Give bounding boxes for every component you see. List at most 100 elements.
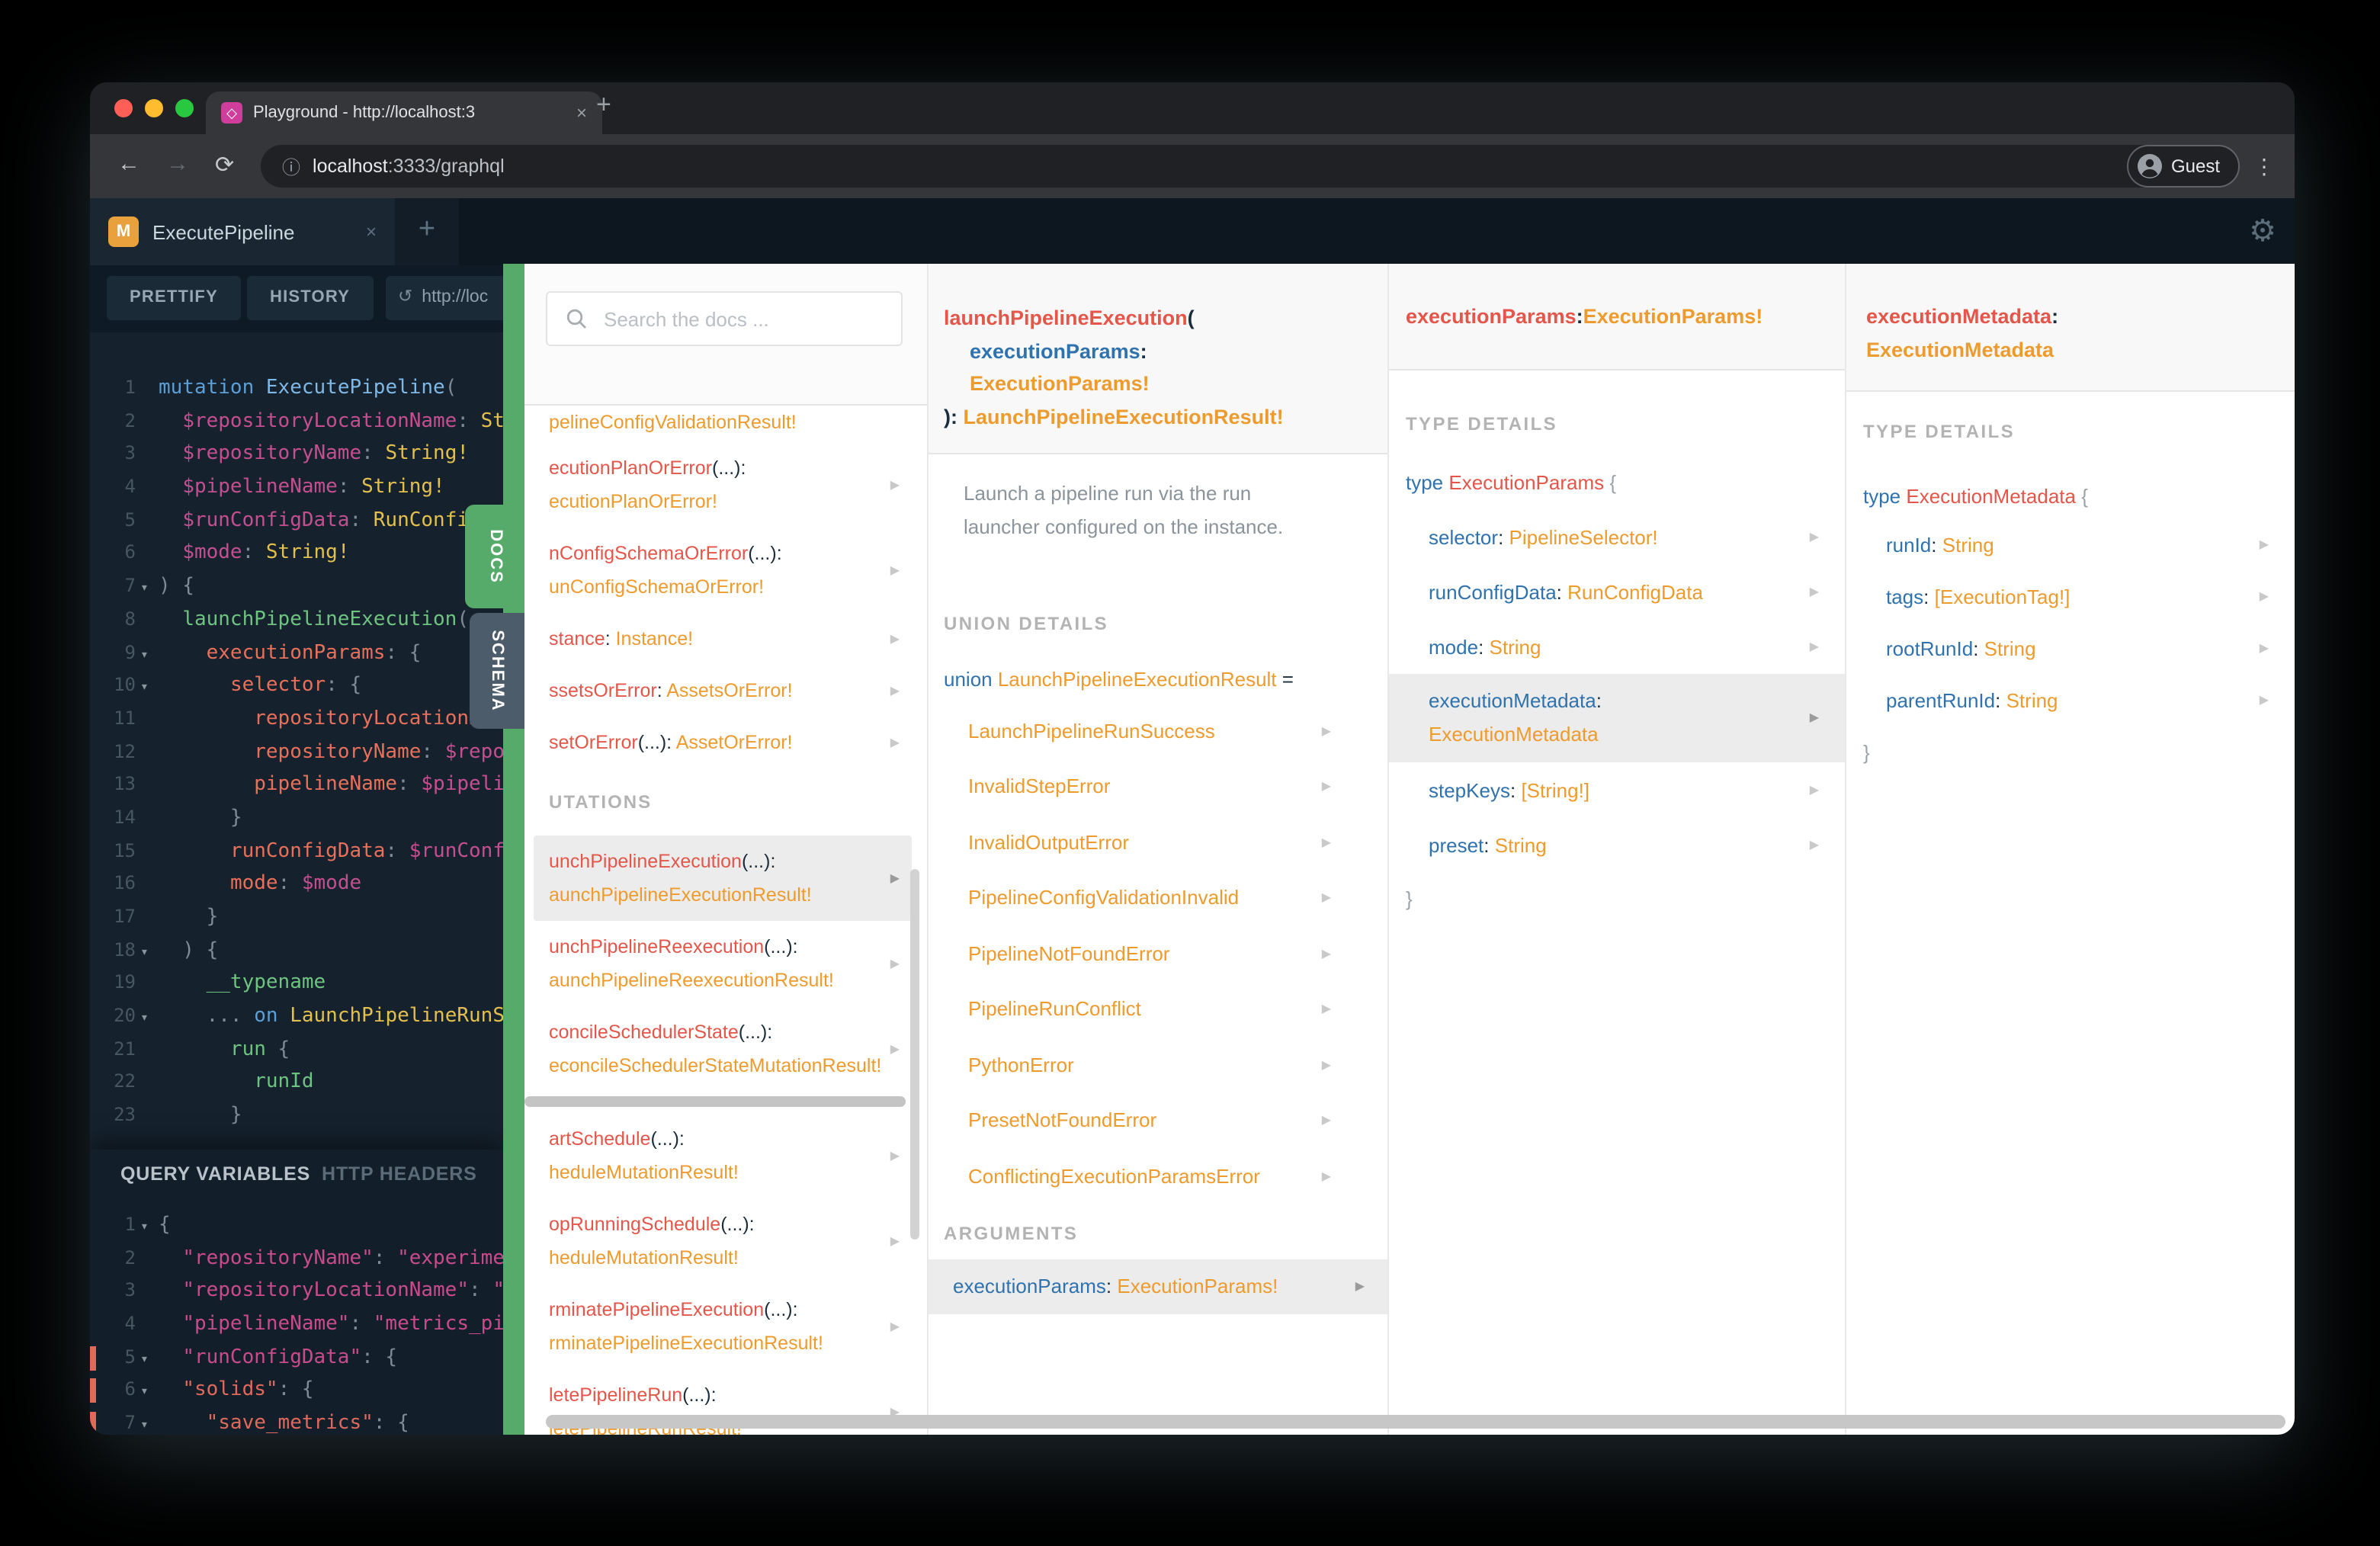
argument-row[interactable]: executionParams: ExecutionParams! ▶ xyxy=(929,1259,1389,1313)
type-fields: selector: PipelineSelector! ▶ runConfigDat… xyxy=(1389,509,1846,872)
code-token: repositoryLocationName xyxy=(254,707,503,730)
docs-list-item[interactable]: artSchedule(...): heduleMutationResult! ▶ xyxy=(524,1113,927,1198)
docs-list-item[interactable]: ssetsOrError: AssetsOrError! ▶ xyxy=(524,665,927,717)
horizontal-scrollbar[interactable] xyxy=(524,1092,927,1113)
docs-side-tab[interactable]: DOCS xyxy=(465,505,524,608)
type-field[interactable]: executionMetadata: ExecutionMetadata ▶ xyxy=(1389,674,1846,762)
code-token: String! xyxy=(480,409,503,433)
type-field[interactable]: mode: String ▶ xyxy=(1389,619,1846,674)
code-token: : { xyxy=(326,674,362,698)
error-marker-icon xyxy=(90,1412,96,1435)
type-field[interactable]: preset: String ▶ xyxy=(1389,817,1846,872)
type-field[interactable]: runConfigData: RunConfigData ▶ xyxy=(1389,564,1846,619)
code-text: repositoryLocationName: $repositoryLocat… xyxy=(159,707,503,730)
tab-http-headers[interactable]: HTTP HEADERS xyxy=(322,1163,477,1185)
variables-code[interactable]: 1▾{2 "repositoryName": "experiments_repo… xyxy=(90,1198,503,1435)
docs-list-item[interactable]: unchPipelineReexecution(...): aunchPipeli… xyxy=(524,921,927,1006)
code-token: : xyxy=(469,1279,493,1303)
site-info-icon[interactable]: ⓘ xyxy=(282,153,300,179)
settings-gear-icon[interactable]: ⚙ xyxy=(2249,212,2276,249)
query-editor[interactable]: 1 mutation ExecutePipeline(2 $repositoryL… xyxy=(90,332,503,1150)
browser-menu-icon[interactable]: ⋮ xyxy=(2253,154,2275,180)
code-token: $repositoryLocationName xyxy=(182,409,457,433)
schema-side-tab[interactable]: SCHEMA xyxy=(470,613,524,729)
docs-list-item[interactable]: pelineConfigValidationResult! xyxy=(524,406,927,442)
code-token: : xyxy=(2051,305,2059,328)
reload-icon[interactable]: ⟳ xyxy=(215,151,234,178)
type-field[interactable]: rootRunId: String ▶ xyxy=(1846,622,2295,674)
type-field[interactable]: tags: [ExecutionTag!] ▶ xyxy=(1846,570,2295,622)
prettify-button[interactable]: PRETTIFY xyxy=(107,276,241,320)
docs-column-type-executionparams: executionParams: ExecutionParams! TYPE D… xyxy=(1387,264,1846,1435)
horizontal-scrollbar[interactable] xyxy=(546,1415,2285,1429)
fold-arrow-icon[interactable]: ▾ xyxy=(140,640,159,672)
playground-tab-close-icon[interactable]: × xyxy=(366,221,377,242)
fold-arrow-icon[interactable]: ▾ xyxy=(140,1378,159,1410)
docs-list-item[interactable]: opRunningSchedule(...): heduleMutationRes… xyxy=(524,1198,927,1284)
docs-search-box[interactable] xyxy=(546,291,903,346)
docs-list-item[interactable]: stance: Instance! ▶ xyxy=(524,613,927,665)
docs-list-item[interactable]: rminatePipelineExecution(...): rminatePip… xyxy=(524,1284,927,1369)
docs-list-item[interactable]: unchPipelineExecution(...): aunchPipeline… xyxy=(534,836,912,921)
fold-arrow-icon[interactable]: ▾ xyxy=(140,1410,159,1435)
union-member-label: InvalidStepError xyxy=(968,775,1111,798)
code-token: : xyxy=(349,508,374,532)
code-token: $runConfigData xyxy=(182,508,350,532)
union-member[interactable]: InvalidOutputError ▶ xyxy=(929,814,1389,870)
history-button[interactable]: HISTORY xyxy=(247,276,373,320)
code-token: rminatePipelineExecution xyxy=(549,1299,765,1320)
code-token: String! xyxy=(361,476,445,499)
union-member[interactable]: PipelineNotFoundError ▶ xyxy=(929,925,1389,981)
code-line: 12 repositoryName: $repositoryName xyxy=(90,736,503,768)
fold-arrow-icon[interactable]: ▾ xyxy=(140,672,159,705)
code-text: mutation ExecutePipeline( xyxy=(159,377,457,399)
union-member[interactable]: ConflictingExecutionParamsError ▶ xyxy=(929,1148,1389,1204)
type-field[interactable]: selector: PipelineSelector! ▶ xyxy=(1389,509,1846,564)
docs-list-item[interactable]: ecutionPlanOrError(...): ecutionPlanOrErr… xyxy=(524,442,927,528)
forward-icon[interactable]: → xyxy=(166,151,189,177)
code-token: "repositoryName" xyxy=(182,1246,374,1270)
fold-arrow-icon[interactable]: ▾ xyxy=(140,1345,159,1378)
union-member[interactable]: PipelineRunConflict ▶ xyxy=(929,981,1389,1037)
tab-query-variables[interactable]: QUERY VARIABLES xyxy=(120,1163,310,1185)
code-token: : { xyxy=(373,1412,409,1435)
type-details-label: TYPE DETAILS xyxy=(1406,413,1558,435)
docs-list-item[interactable]: concileSchedulerState(...): econcileSched… xyxy=(524,1006,927,1092)
union-member[interactable]: PresetNotFoundError ▶ xyxy=(929,1092,1389,1148)
vertical-scrollbar[interactable] xyxy=(910,869,919,1240)
code-text: ) { xyxy=(159,575,194,598)
tab-close-icon[interactable]: × xyxy=(576,102,587,123)
union-member[interactable]: PythonError ▶ xyxy=(929,1037,1389,1092)
union-member[interactable]: PipelineConfigValidationInvalid ▶ xyxy=(929,870,1389,925)
union-member[interactable]: InvalidStepError ▶ xyxy=(929,759,1389,814)
profile-button[interactable]: Guest xyxy=(2126,145,2240,188)
line-number: 11 xyxy=(114,707,136,729)
code-token: executionParams xyxy=(1406,305,1577,328)
code-line: 22 runId xyxy=(90,1066,503,1099)
docs-list-item[interactable]: setOrError(...): AssetOrError! ▶ xyxy=(524,717,927,768)
fold-arrow-icon[interactable]: ▾ xyxy=(140,1212,159,1245)
fold-arrow-icon[interactable]: ▾ xyxy=(140,573,159,606)
fold-arrow-icon[interactable]: ▾ xyxy=(140,937,159,970)
type-field[interactable]: stepKeys: [String!] ▶ xyxy=(1389,762,1846,817)
type-field[interactable]: runId: String ▶ xyxy=(1846,518,2295,570)
type-field[interactable]: parentRunId: String ▶ xyxy=(1846,674,2295,726)
browser-tab[interactable]: ◇ Playground - http://localhost:3 × xyxy=(206,91,602,134)
docs-list-item[interactable]: nConfigSchemaOrError(...): unConfigSchema… xyxy=(524,528,927,613)
traffic-light-close-icon[interactable] xyxy=(114,99,133,117)
docs-search-input[interactable] xyxy=(601,306,883,332)
address-bar[interactable]: ⓘ localhost:3333/graphql xyxy=(261,145,2237,188)
traffic-light-zoom-icon[interactable] xyxy=(175,99,194,117)
fold-arrow-icon[interactable]: ▾ xyxy=(140,1003,159,1036)
docs-item-text: rminatePipelineExecution(...): xyxy=(549,1293,927,1326)
back-icon[interactable]: ← xyxy=(117,151,140,177)
endpoint-url-field[interactable]: ↺ http://loc xyxy=(386,276,503,320)
new-tab-button[interactable]: + xyxy=(596,90,611,120)
playground-new-tab-button[interactable]: + xyxy=(395,198,459,265)
union-member[interactable]: LaunchPipelineRunSuccess ▶ xyxy=(929,703,1389,759)
playground-tab[interactable]: M ExecutePipeline × xyxy=(90,198,395,265)
traffic-light-minimize-icon[interactable] xyxy=(145,99,163,117)
arguments-label: ARGUMENTS xyxy=(944,1222,1079,1243)
